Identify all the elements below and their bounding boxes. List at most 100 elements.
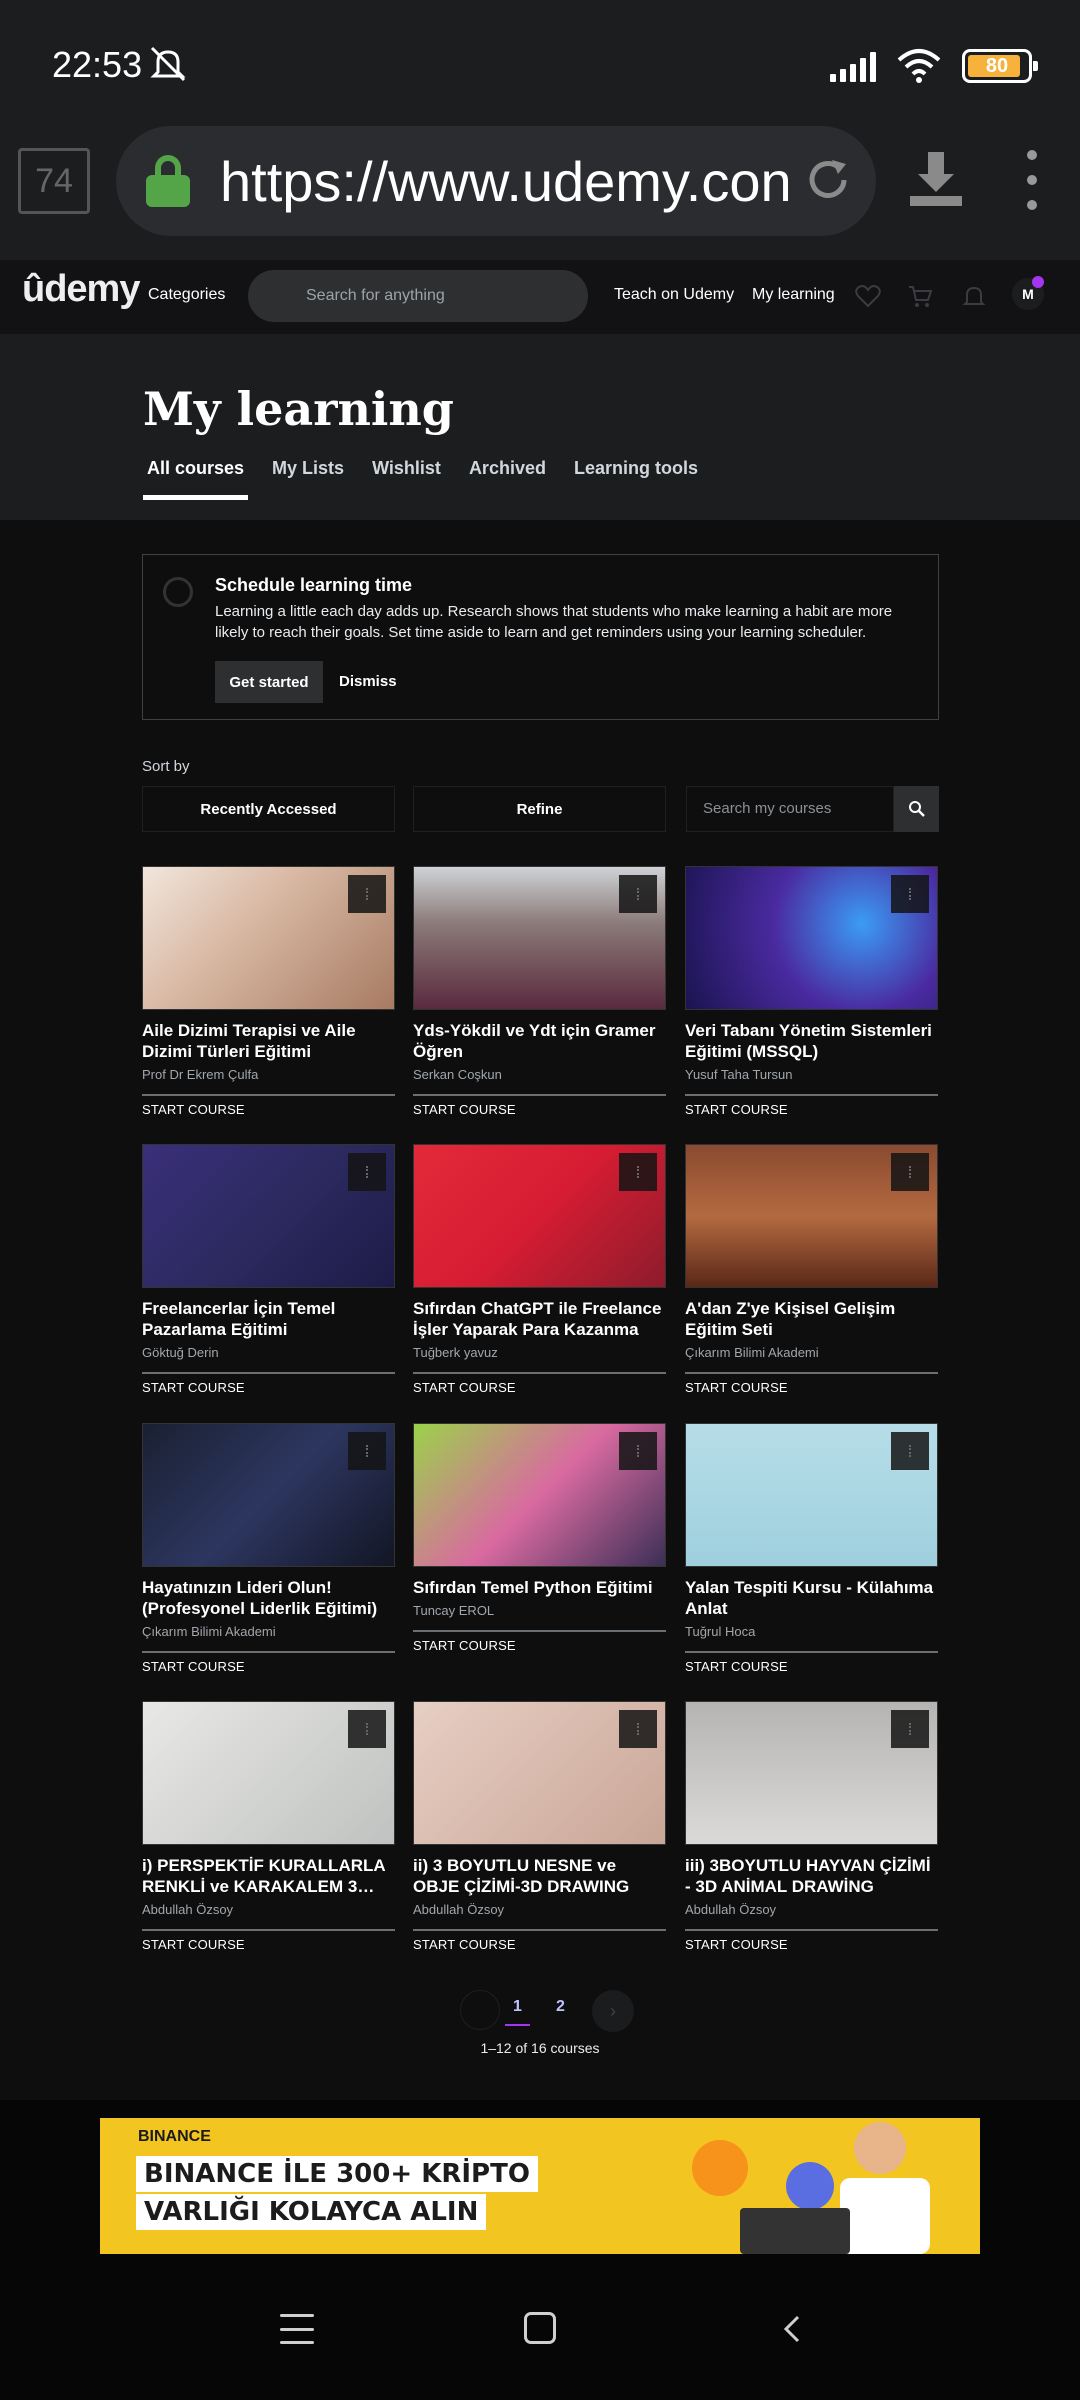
lock-icon[interactable]: [146, 155, 190, 207]
course-progress-bar: [413, 1929, 666, 1931]
start-course-link[interactable]: START COURSE: [685, 1102, 938, 1117]
course-card[interactable]: A'dan Z'ye Kişisel Gelişim Eğitim Seti Çı…: [685, 1144, 938, 1395]
browser-menu-icon[interactable]: [1022, 150, 1042, 210]
recents-menu-icon[interactable]: [280, 2314, 314, 2344]
page-2-button[interactable]: 2: [556, 1998, 565, 2016]
search-my-courses-input[interactable]: Search my courses: [686, 786, 894, 832]
tab-archived[interactable]: Archived: [465, 458, 550, 500]
course-thumbnail[interactable]: [685, 1144, 938, 1288]
course-title[interactable]: Hayatınızın Lideri Olun! (Profesyonel Li…: [142, 1577, 395, 1619]
ad-container: BINANCE BINANCE İLE 300+ KRİPTO VARLIĞI …: [0, 2100, 1080, 2270]
next-page-button[interactable]: ›: [592, 1990, 634, 2032]
download-icon[interactable]: [904, 146, 968, 210]
course-title[interactable]: Freelancerlar İçin Temel Pazarlama Eğiti…: [142, 1298, 395, 1340]
start-course-link[interactable]: START COURSE: [142, 1659, 395, 1674]
course-title[interactable]: ii) 3 BOYUTLU NESNE ve OBJE ÇİZİMİ-3D DR…: [413, 1855, 666, 1897]
course-options-icon[interactable]: [891, 1153, 929, 1191]
start-course-link[interactable]: START COURSE: [685, 1659, 938, 1674]
refine-button[interactable]: Refine: [413, 786, 666, 832]
tab-my-lists[interactable]: My Lists: [268, 458, 348, 500]
tab-switcher-button[interactable]: 74: [18, 148, 90, 214]
course-thumbnail[interactable]: [413, 866, 666, 1010]
course-thumbnail[interactable]: [413, 1423, 666, 1567]
course-thumbnail[interactable]: [413, 1701, 666, 1845]
binance-ad-banner[interactable]: BINANCE BINANCE İLE 300+ KRİPTO VARLIĞI …: [100, 2118, 980, 2254]
course-options-icon[interactable]: [891, 1432, 929, 1470]
page-1-button[interactable]: 1: [505, 1998, 530, 2026]
start-course-link[interactable]: START COURSE: [413, 1380, 666, 1395]
course-title[interactable]: Yalan Tespiti Kursu - Külahıma Anlat: [685, 1577, 938, 1619]
course-title[interactable]: Yds-Yökdil ve Ydt için Gramer Öğren: [413, 1020, 666, 1062]
heart-icon[interactable]: [854, 282, 882, 310]
cart-icon[interactable]: [906, 282, 934, 310]
course-options-icon[interactable]: [348, 1710, 386, 1748]
reload-icon[interactable]: [802, 154, 854, 206]
tab-wishlist[interactable]: Wishlist: [368, 458, 445, 500]
course-card[interactable]: ii) 3 BOYUTLU NESNE ve OBJE ÇİZİMİ-3D DR…: [413, 1701, 666, 1952]
course-options-icon[interactable]: [348, 1153, 386, 1191]
my-learning-link[interactable]: My learning: [752, 286, 835, 304]
address-bar[interactable]: https://www.udemy.con: [116, 126, 876, 236]
get-started-button[interactable]: Get started: [215, 661, 323, 703]
previous-page-button[interactable]: [460, 1990, 500, 2030]
course-card[interactable]: Sıfırdan ChatGPT ile Freelance İşler Yap…: [413, 1144, 666, 1395]
categories-link[interactable]: Categories: [148, 286, 225, 304]
course-title[interactable]: Sıfırdan Temel Python Eğitimi: [413, 1577, 666, 1598]
start-course-link[interactable]: START COURSE: [142, 1102, 395, 1117]
bell-icon[interactable]: [960, 282, 988, 310]
course-title[interactable]: i) PERSPEKTİF KURALLARLA RENKLİ ve KARAK…: [142, 1855, 395, 1897]
sort-select[interactable]: Recently Accessed: [142, 786, 395, 832]
course-thumbnail[interactable]: [685, 1423, 938, 1567]
course-options-icon[interactable]: [891, 875, 929, 913]
course-card[interactable]: Veri Tabanı Yönetim Sistemleri Eğitimi (…: [685, 866, 938, 1117]
course-options-icon[interactable]: [619, 1153, 657, 1191]
start-course-link[interactable]: START COURSE: [142, 1937, 395, 1952]
tab-learning-tools[interactable]: Learning tools: [570, 458, 702, 500]
course-card[interactable]: Yalan Tespiti Kursu - Külahıma Anlat Tuğr…: [685, 1423, 938, 1674]
home-icon[interactable]: [524, 2312, 556, 2344]
course-card[interactable]: Aile Dizimi Terapisi ve Aile Dizimi Türl…: [142, 866, 395, 1117]
back-icon[interactable]: [778, 2314, 806, 2344]
course-thumbnail[interactable]: [142, 1144, 395, 1288]
course-options-icon[interactable]: [619, 1710, 657, 1748]
course-title[interactable]: A'dan Z'ye Kişisel Gelişim Eğitim Seti: [685, 1298, 938, 1340]
notification-dot: [1032, 276, 1044, 288]
course-title[interactable]: iii) 3BOYUTLU HAYVAN ÇİZİMİ - 3D ANİMAL …: [685, 1855, 938, 1897]
course-card[interactable]: Hayatınızın Lideri Olun! (Profesyonel Li…: [142, 1423, 395, 1674]
start-course-link[interactable]: START COURSE: [142, 1380, 395, 1395]
course-thumbnail[interactable]: [142, 1701, 395, 1845]
course-card[interactable]: iii) 3BOYUTLU HAYVAN ÇİZİMİ - 3D ANİMAL …: [685, 1701, 938, 1952]
course-options-icon[interactable]: [348, 1432, 386, 1470]
schedule-learning-card: Schedule learning time Learning a little…: [142, 554, 939, 720]
course-options-icon[interactable]: [619, 875, 657, 913]
search-my-courses-button[interactable]: [894, 786, 939, 832]
course-thumbnail[interactable]: [142, 866, 395, 1010]
course-card[interactable]: Freelancerlar İçin Temel Pazarlama Eğiti…: [142, 1144, 395, 1395]
udemy-logo[interactable]: ûdemy: [22, 268, 140, 311]
course-thumbnail[interactable]: [413, 1144, 666, 1288]
teach-link[interactable]: Teach on Udemy: [614, 286, 734, 304]
course-title[interactable]: Sıfırdan ChatGPT ile Freelance İşler Yap…: [413, 1298, 666, 1340]
course-card[interactable]: Sıfırdan Temel Python Eğitimi Tuncay EROL…: [413, 1423, 666, 1653]
course-author: Çıkarım Bilimi Akademi: [142, 1624, 276, 1639]
start-course-link[interactable]: START COURSE: [685, 1937, 938, 1952]
course-thumbnail[interactable]: [685, 866, 938, 1010]
course-card[interactable]: i) PERSPEKTİF KURALLARLA RENKLİ ve KARAK…: [142, 1701, 395, 1952]
start-course-link[interactable]: START COURSE: [413, 1638, 666, 1653]
course-thumbnail[interactable]: [142, 1423, 395, 1567]
course-options-icon[interactable]: [619, 1432, 657, 1470]
course-title[interactable]: Aile Dizimi Terapisi ve Aile Dizimi Türl…: [142, 1020, 395, 1062]
course-options-icon[interactable]: [348, 875, 386, 913]
sort-by-label: Sort by: [142, 758, 190, 775]
start-course-link[interactable]: START COURSE: [413, 1937, 666, 1952]
course-thumbnail[interactable]: [685, 1701, 938, 1845]
course-card[interactable]: Yds-Yökdil ve Ydt için Gramer Öğren Serka…: [413, 866, 666, 1117]
start-course-link[interactable]: START COURSE: [413, 1102, 666, 1117]
course-title[interactable]: Veri Tabanı Yönetim Sistemleri Eğitimi (…: [685, 1020, 938, 1062]
dismiss-button[interactable]: Dismiss: [339, 673, 397, 690]
tab-all-courses[interactable]: All courses: [143, 458, 249, 500]
start-course-link[interactable]: START COURSE: [685, 1380, 938, 1395]
url-text[interactable]: https://www.udemy.con: [220, 149, 790, 214]
course-options-icon[interactable]: [891, 1710, 929, 1748]
site-search-input[interactable]: Search for anything: [248, 270, 588, 322]
